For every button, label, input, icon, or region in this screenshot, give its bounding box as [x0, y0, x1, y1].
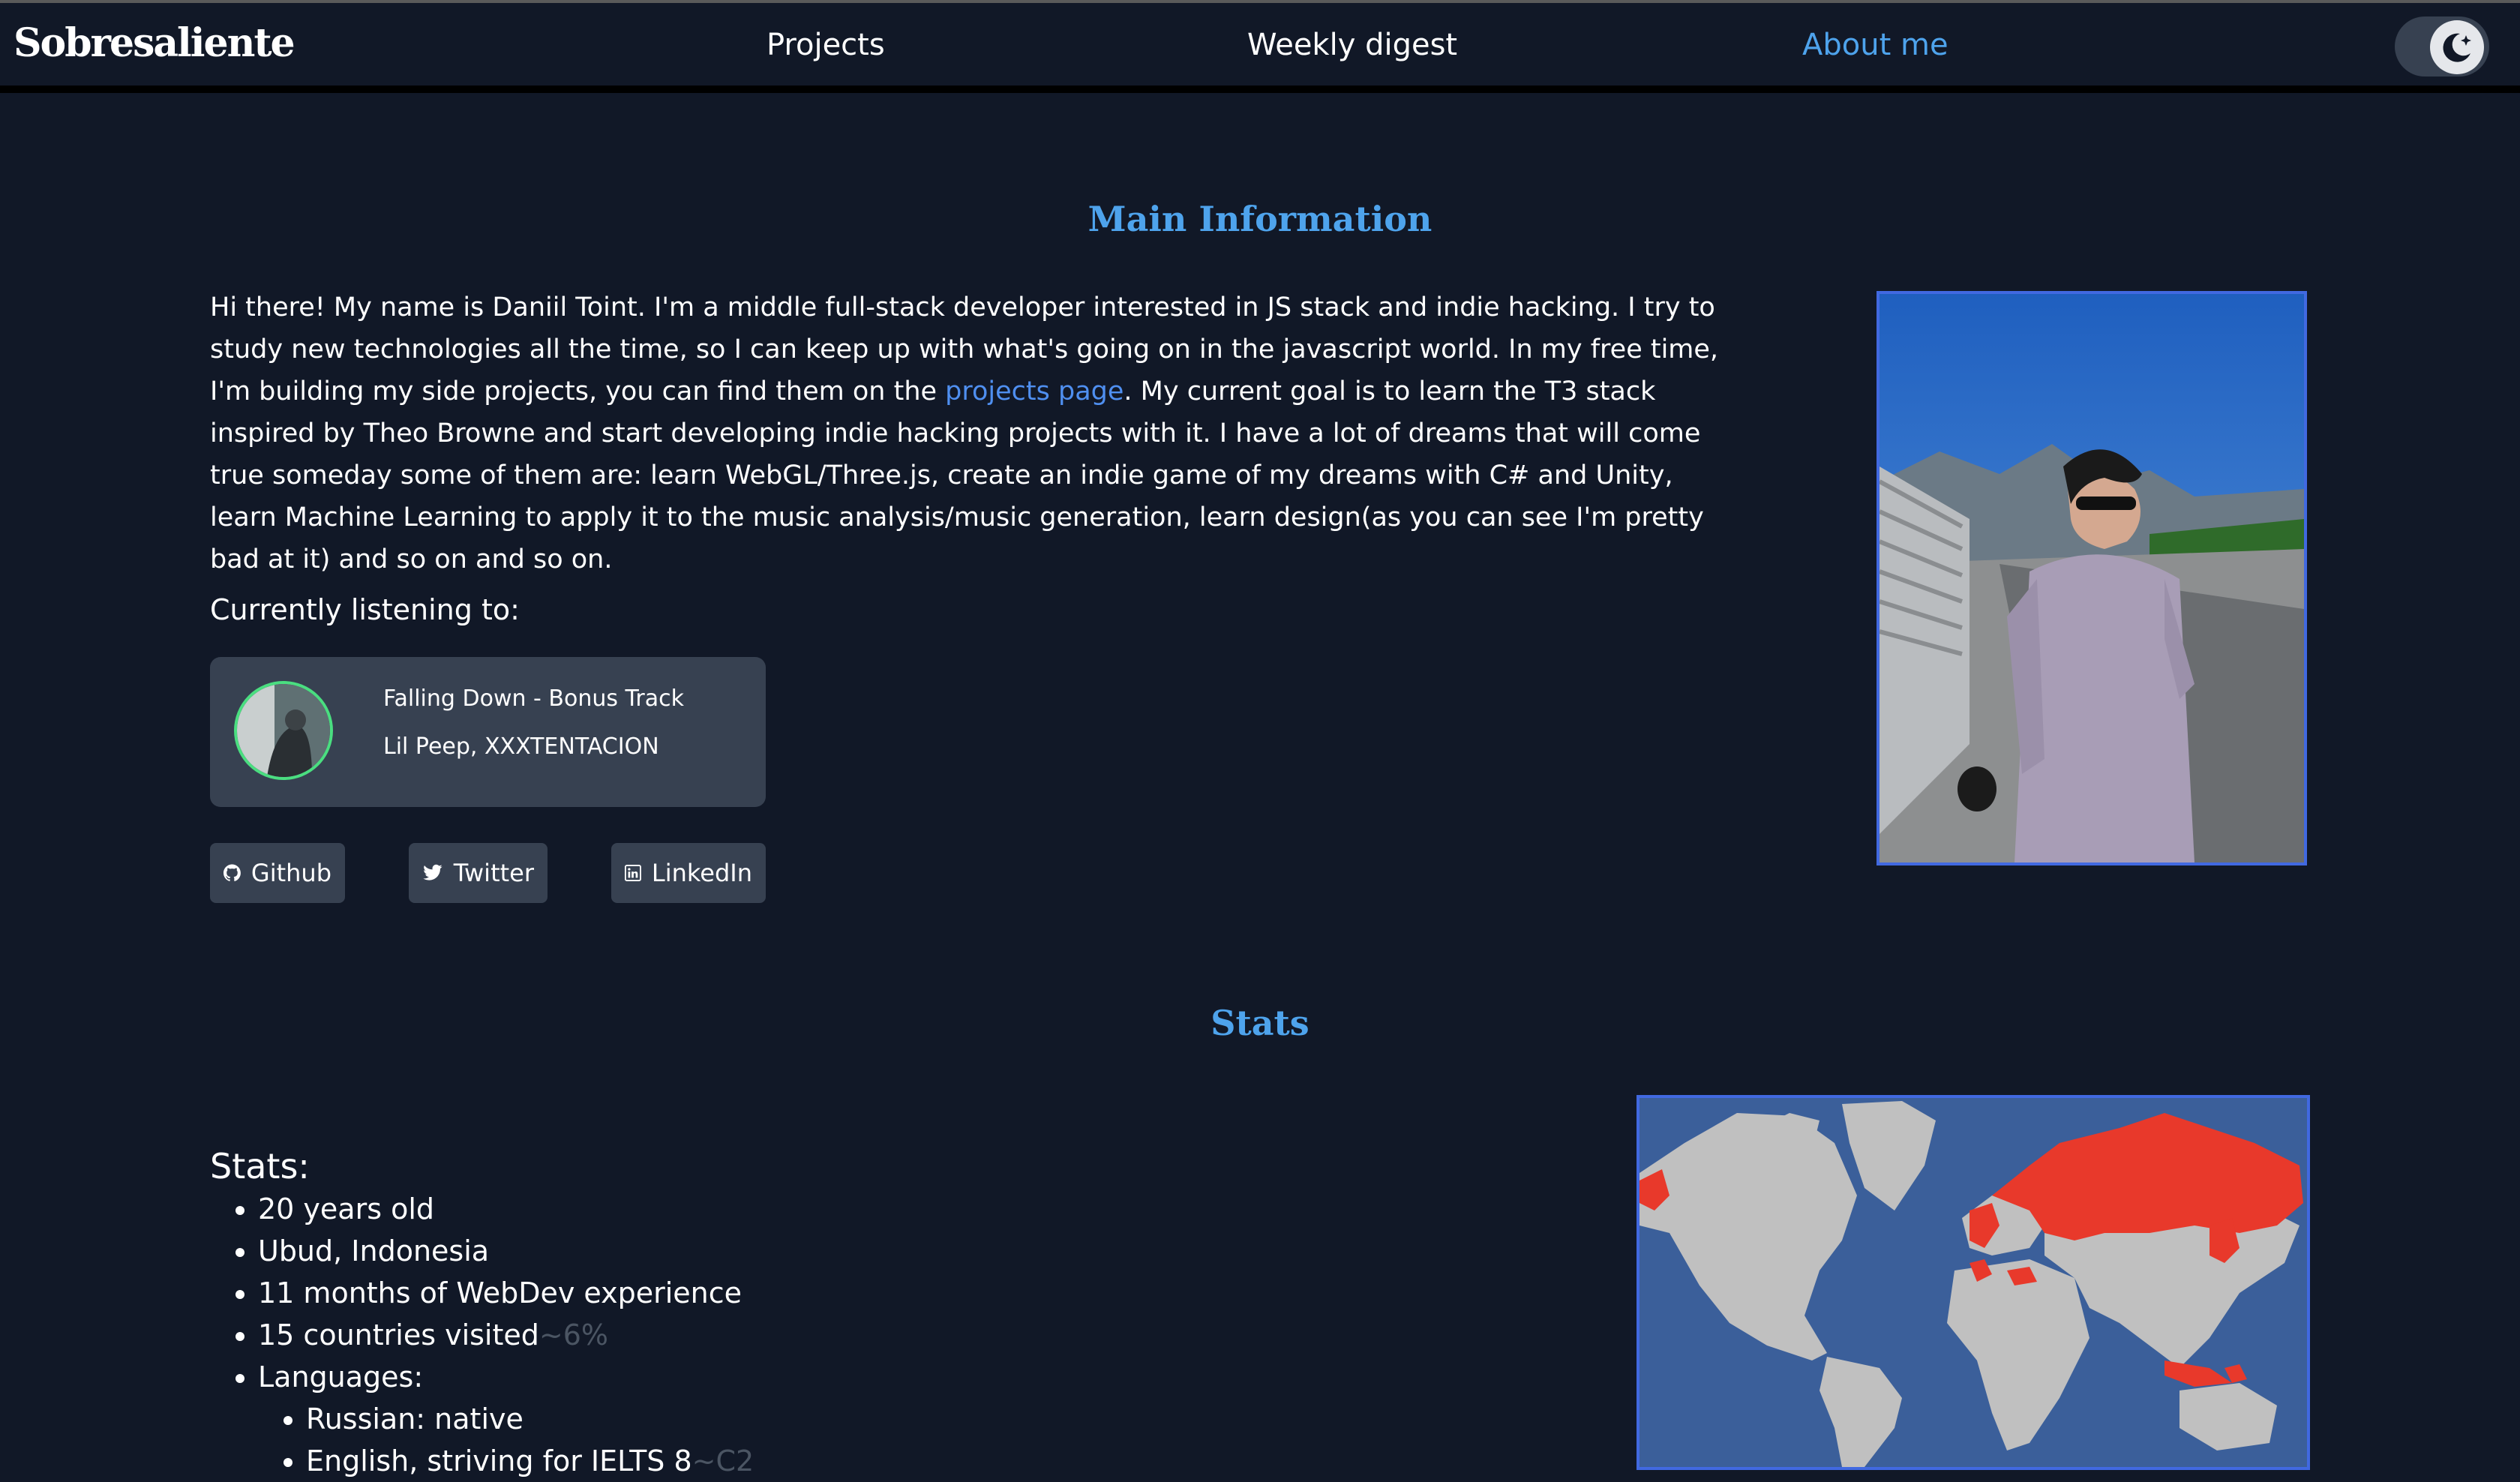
main-information-heading: Main Information — [1088, 199, 1432, 239]
intro-paragraph: Hi there! My name is Daniil Toint. I'm a… — [210, 286, 1740, 580]
moon-icon[interactable] — [2430, 20, 2484, 74]
linkedin-label: LinkedIn — [651, 859, 752, 887]
twitter-button[interactable]: Twitter — [409, 843, 548, 903]
stat-text: Languages: — [258, 1360, 424, 1394]
language-item: Russian: native — [306, 1398, 754, 1440]
twitter-icon — [423, 864, 442, 880]
nav-link-weekly-digest[interactable]: Weekly digest — [1247, 26, 1457, 64]
album-cover — [234, 681, 333, 780]
stats-section-heading: Stats — [1210, 1003, 1310, 1043]
projects-page-link[interactable]: projects page — [945, 376, 1124, 406]
nav-link-about-me[interactable]: About me — [1802, 26, 1948, 64]
stat-text: 11 months of WebDev experience — [258, 1276, 742, 1310]
stat-text: Ubud, Indonesia — [258, 1234, 490, 1268]
profile-photo — [1876, 291, 2307, 866]
linkedin-button[interactable]: LinkedIn — [611, 843, 766, 903]
stat-languages: Languages: Russian: native English, stri… — [258, 1356, 754, 1482]
github-icon — [224, 864, 241, 881]
github-button[interactable]: Github — [210, 843, 345, 903]
stat-note: ~6% — [538, 1318, 609, 1352]
stats-list: 20 years old Ubud, Indonesia 11 months o… — [210, 1188, 754, 1482]
stat-text: 20 years old — [258, 1192, 435, 1226]
languages-list: Russian: native English, striving for IE… — [258, 1398, 754, 1482]
top-navbar: Sobresaliente Projects Weekly digest Abo… — [0, 3, 2520, 93]
stat-age: 20 years old — [258, 1188, 754, 1230]
linkedin-icon — [625, 865, 641, 881]
track-artist: Lil Peep, XXXTENTACION — [383, 734, 659, 760]
track-title: Falling Down - Bonus Track — [383, 686, 685, 712]
now-playing-card[interactable]: Falling Down - Bonus Track Lil Peep, XXX… — [210, 657, 766, 807]
stats-subheading: Stats: — [210, 1146, 310, 1186]
language-text: English, striving for IELTS 8 — [306, 1444, 692, 1478]
site-logo[interactable]: Sobresaliente — [14, 20, 296, 68]
currently-listening-label: Currently listening to: — [210, 593, 520, 626]
stat-location: Ubud, Indonesia — [258, 1230, 754, 1272]
stat-countries: 15 countries visited~6% — [258, 1314, 754, 1356]
language-text: Russian: native — [306, 1402, 524, 1436]
language-note: ~C2 — [692, 1444, 754, 1478]
visited-countries-map — [1636, 1095, 2310, 1470]
twitter-label: Twitter — [453, 859, 534, 887]
stat-experience: 11 months of WebDev experience — [258, 1272, 754, 1314]
stat-text: 15 countries visited — [258, 1318, 539, 1352]
nav-link-projects[interactable]: Projects — [766, 26, 885, 64]
github-label: Github — [250, 859, 332, 887]
language-item: English, striving for IELTS 8~C2 — [306, 1440, 754, 1482]
